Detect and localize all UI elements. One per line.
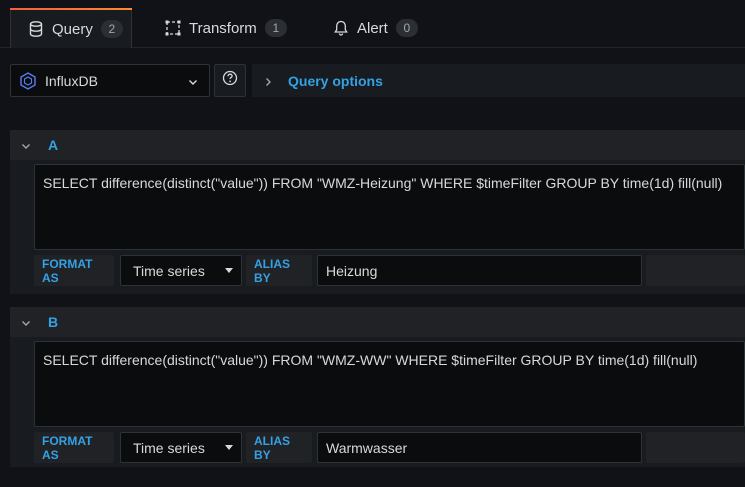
question-circle-icon: [222, 70, 238, 91]
datasource-name: InfluxDB: [45, 72, 98, 89]
query-row-header-a[interactable]: A: [10, 130, 745, 160]
chevron-down-icon: [187, 75, 199, 87]
chevron-down-icon[interactable]: [20, 139, 32, 151]
query-options-toggle[interactable]: Query options: [252, 64, 745, 97]
tab-query-label: Query: [52, 20, 93, 38]
query-editor-a: SELECT difference(distinct("value")) FRO…: [10, 160, 745, 294]
tab-query[interactable]: Query 2: [10, 8, 132, 48]
format-as-select[interactable]: Time series: [120, 255, 242, 286]
alias-by-label: ALIAS BY: [246, 255, 312, 286]
datasource-picker[interactable]: InfluxDB: [10, 64, 210, 97]
format-as-value: Time series: [133, 262, 205, 279]
format-as-value: Time series: [133, 439, 205, 456]
tab-transform-label: Transform: [189, 19, 257, 37]
tab-alert-count: 0: [395, 19, 418, 37]
row-filler: [646, 432, 745, 463]
tab-alert-label: Alert: [357, 19, 388, 37]
format-as-label: FORMAT AS: [34, 432, 114, 463]
caret-down-icon: [225, 445, 233, 450]
transform-icon: [165, 20, 181, 36]
query-ref-id: A: [48, 137, 59, 153]
query-text-editor[interactable]: SELECT difference(distinct("value")) FRO…: [34, 341, 745, 427]
editor-tab-bar: Query 2 Transform 1 Alert 0: [0, 0, 745, 48]
row-filler: [646, 255, 745, 286]
query-ref-id: B: [48, 314, 59, 330]
format-as-label: FORMAT AS: [34, 255, 114, 286]
query-options-label: Query options: [288, 72, 383, 89]
query-editor-b: SELECT difference(distinct("value")) FRO…: [10, 337, 745, 467]
alias-by-input[interactable]: Warmwasser: [317, 432, 642, 463]
alias-by-input[interactable]: Heizung: [317, 255, 642, 286]
tab-alert[interactable]: Alert 0: [333, 8, 418, 48]
format-as-select[interactable]: Time series: [120, 432, 242, 463]
influxdb-icon: [19, 71, 37, 90]
tab-transform[interactable]: Transform 1: [165, 8, 287, 48]
query-text-editor[interactable]: SELECT difference(distinct("value")) FRO…: [34, 164, 745, 250]
chevron-down-icon[interactable]: [20, 316, 32, 328]
tab-transform-count: 1: [264, 19, 287, 37]
datasource-row: InfluxDB Query options: [10, 64, 745, 98]
bell-icon: [333, 20, 349, 36]
datasource-help-button[interactable]: [214, 64, 246, 97]
chevron-right-icon: [262, 75, 274, 87]
query-row-header-b[interactable]: B: [10, 307, 745, 337]
caret-down-icon: [225, 268, 233, 273]
database-icon: [28, 21, 44, 37]
tab-query-count: 2: [100, 20, 123, 38]
alias-by-label: ALIAS BY: [246, 432, 312, 463]
